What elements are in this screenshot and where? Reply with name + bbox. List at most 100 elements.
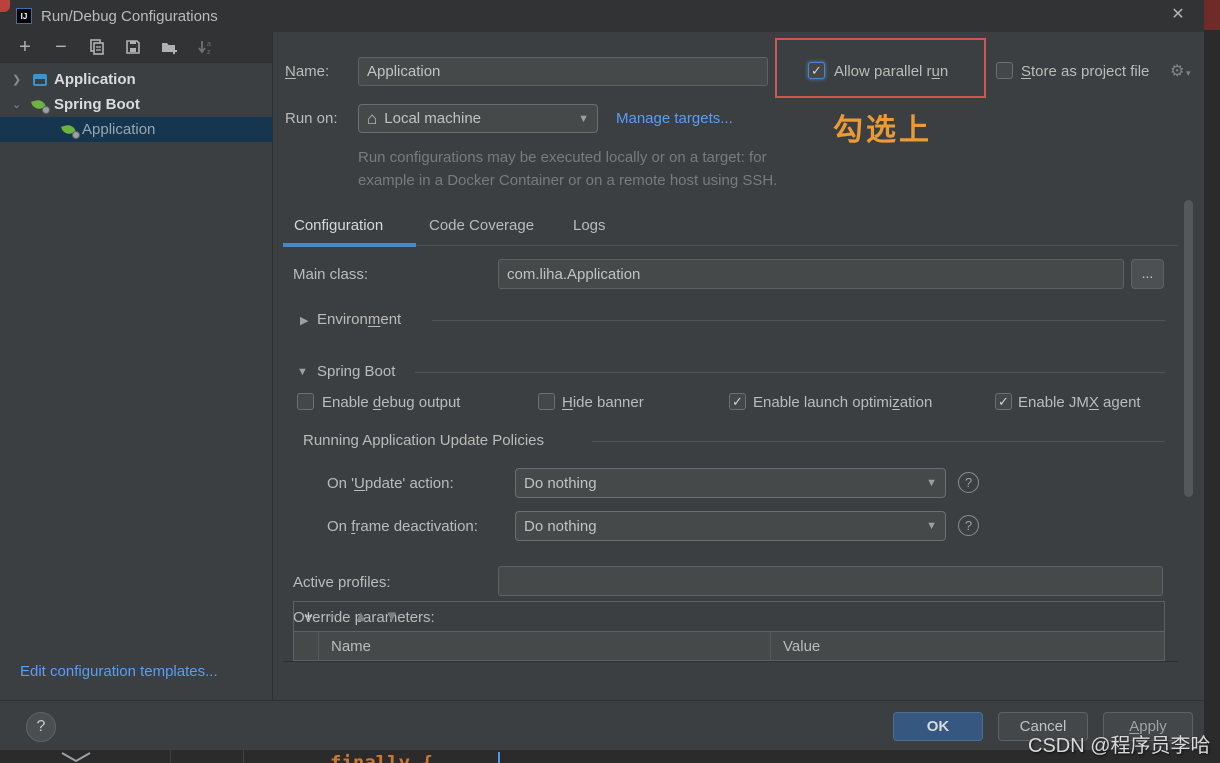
allow-parallel-run-checkbox[interactable]: ✓	[808, 62, 825, 79]
hide-banner-label: Hide banner	[562, 394, 644, 411]
run-debug-configurations-dialog: IJ Run/Debug Configurations ✕ + − az ❯ A…	[0, 0, 1204, 750]
section-divider	[432, 320, 1165, 321]
edit-configuration-templates-link[interactable]: Edit configuration templates...	[20, 663, 218, 680]
configurations-sidebar: + − az ❯ Application ⌄ Spring Boot Appli…	[0, 32, 273, 700]
scrollbar-thumb[interactable]	[1184, 200, 1193, 497]
on-frame-deactivation-label: On frame deactivation:	[327, 518, 478, 535]
sort-configurations-icon[interactable]: az	[196, 38, 214, 56]
combo-arrow-icon: ▼	[578, 112, 589, 125]
background-ide	[1204, 0, 1220, 763]
indent-guide	[170, 750, 171, 763]
dialog-footer: ? OK Cancel Apply	[0, 700, 1204, 750]
help-icon[interactable]: ?	[958, 472, 979, 493]
main-class-label: Main class:	[293, 266, 369, 283]
table-row-selector-column	[294, 632, 319, 660]
override-parameters-toolbar: + − ▲ ▼	[293, 601, 1165, 632]
enable-debug-output-checkbox[interactable]	[297, 393, 314, 410]
tab-logs[interactable]: Logs	[573, 217, 606, 234]
help-icon[interactable]: ?	[958, 515, 979, 536]
combo-arrow-icon: ▼	[926, 477, 937, 489]
gear-dropdown-arrow-icon: ▾	[1186, 68, 1191, 78]
manage-targets-link[interactable]: Manage targets...	[616, 110, 733, 127]
indent-guide	[243, 750, 244, 763]
table-column-name: Name	[319, 632, 771, 660]
red-corner-artifact	[0, 0, 10, 12]
tab-configuration[interactable]: Configuration	[294, 217, 383, 234]
spring-boot-icon	[31, 97, 50, 114]
store-as-project-file-checkbox[interactable]	[996, 62, 1013, 79]
spring-boot-collapse-icon[interactable]: ▼	[297, 366, 308, 378]
chevron-down-icon[interactable]: ⌄	[12, 98, 26, 111]
remove-configuration-icon[interactable]: −	[52, 36, 70, 58]
add-configuration-icon[interactable]: +	[16, 36, 34, 58]
tree-item-spring-boot-type[interactable]: ⌄ Spring Boot	[0, 92, 272, 117]
code-text: finally {	[330, 752, 433, 763]
on-update-action-label: On 'Update' action:	[327, 475, 454, 492]
new-folder-icon[interactable]	[160, 38, 178, 56]
run-on-hint-line2: example in a Docker Container or on a re…	[358, 172, 778, 189]
allow-parallel-run-label: Allow parallel run	[834, 63, 949, 80]
main-class-input[interactable]	[498, 259, 1124, 289]
screen: finally { IJ Run/Debug Configurations ✕ …	[0, 0, 1220, 763]
run-on-value: Local machine	[384, 110, 482, 127]
chevron-right-icon[interactable]: ❯	[12, 73, 26, 86]
spring-boot-icon	[61, 122, 80, 139]
ok-button[interactable]: OK	[893, 712, 983, 741]
dialog-titlebar: IJ Run/Debug Configurations ✕	[0, 0, 1204, 32]
update-policies-section-label: Running Application Update Policies	[303, 432, 544, 449]
svg-text:a: a	[207, 41, 211, 48]
house-icon: ⌂	[367, 108, 378, 128]
on-update-action-select[interactable]: Do nothing ▼	[515, 468, 946, 498]
combo-arrow-icon: ▼	[926, 520, 937, 532]
run-on-label: Run on:	[285, 110, 338, 127]
configurations-tree: ❯ Application ⌄ Spring Boot Application	[0, 63, 272, 142]
enable-launch-optimization-checkbox[interactable]: ✓	[729, 393, 746, 410]
save-configuration-icon[interactable]	[124, 38, 142, 56]
run-on-hint-line1: Run configurations may be executed local…	[358, 149, 767, 166]
gear-icon[interactable]: ⚙	[1170, 61, 1184, 81]
section-divider	[592, 441, 1165, 442]
environment-section-label[interactable]: Environment	[317, 311, 401, 328]
move-down-icon[interactable]: ▼	[384, 608, 399, 625]
enable-launch-optimization-label: Enable launch optimization	[753, 394, 933, 411]
active-profiles-input[interactable]	[498, 566, 1163, 596]
section-divider	[415, 372, 1165, 373]
environment-expand-icon[interactable]: ▶	[300, 314, 308, 327]
intellij-logo-icon: IJ	[16, 8, 32, 24]
help-button[interactable]: ?	[26, 712, 56, 742]
active-profiles-label: Active profiles:	[293, 574, 391, 591]
spring-boot-section-label[interactable]: Spring Boot	[317, 363, 395, 380]
close-icon[interactable]: ✕	[1168, 5, 1188, 25]
editor-caret	[498, 752, 500, 763]
annotation-callout: 勾选上	[833, 114, 932, 147]
enable-jmx-agent-checkbox[interactable]: ✓	[995, 393, 1012, 410]
tab-code-coverage[interactable]: Code Coverage	[429, 217, 534, 234]
table-column-value: Value	[783, 637, 821, 655]
dialog-title: Run/Debug Configurations	[41, 7, 218, 25]
store-as-project-file-label: Store as project file	[1021, 63, 1150, 80]
remove-parameter-icon[interactable]: −	[329, 608, 338, 625]
enable-jmx-agent-label: Enable JMX agent	[1018, 394, 1141, 411]
add-parameter-icon[interactable]: +	[304, 608, 313, 625]
run-on-select[interactable]: ⌂ Local machine ▼	[358, 104, 598, 133]
override-parameters-table-header: Name Value	[293, 632, 1165, 661]
svg-text:z: z	[207, 49, 211, 55]
active-tab-underline	[283, 243, 416, 247]
application-type-icon	[32, 72, 48, 88]
tree-item-application-selected[interactable]: Application	[0, 117, 272, 142]
csdn-watermark: CSDN @程序员李哈	[1028, 735, 1211, 757]
on-frame-deactivation-select[interactable]: Do nothing ▼	[515, 511, 946, 541]
move-up-icon[interactable]: ▲	[354, 608, 369, 625]
name-input[interactable]	[358, 57, 768, 86]
fold-chevron-icon[interactable]	[58, 751, 94, 763]
tree-item-application-type[interactable]: ❯ Application	[0, 67, 272, 92]
browse-main-class-button[interactable]: ...	[1131, 259, 1164, 289]
name-label: Name:	[285, 63, 330, 80]
tab-bar: Configuration Code Coverage Logs	[283, 214, 1178, 247]
copy-configuration-icon[interactable]	[88, 38, 106, 56]
enable-debug-output-label: Enable debug output	[322, 394, 461, 411]
content-clip-edge	[283, 661, 1178, 662]
ide-close-button-partial	[1204, 0, 1220, 30]
hide-banner-checkbox[interactable]	[538, 393, 555, 410]
sidebar-toolbar: + − az	[0, 32, 272, 63]
